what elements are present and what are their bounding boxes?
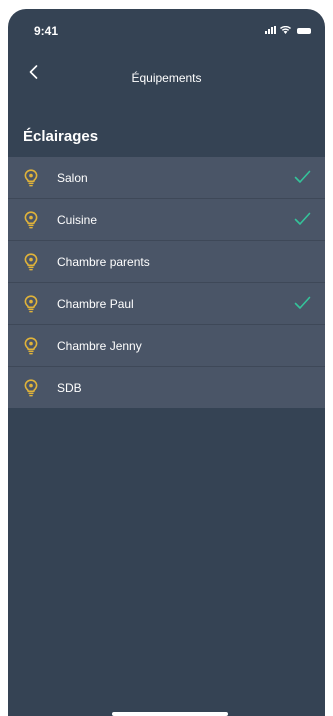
page-title: Équipements <box>131 71 202 85</box>
list-item-sdb[interactable]: SDB <box>8 367 325 408</box>
battery-icon <box>297 28 311 34</box>
bulb-icon <box>24 211 38 229</box>
wifi-icon <box>280 26 291 34</box>
home-indicator[interactable] <box>112 712 228 716</box>
bulb-icon <box>24 337 38 355</box>
item-label: Chambre Paul <box>57 297 134 311</box>
phone-screen: 9:41 Équipements Éclairages Salon Cuisin… <box>8 9 325 716</box>
item-label: Cuisine <box>57 213 98 227</box>
bulb-icon <box>24 379 38 397</box>
bulb-icon <box>24 169 38 187</box>
list-item-chambre-jenny[interactable]: Chambre Jenny <box>8 325 325 367</box>
section-title: Éclairages <box>23 128 99 145</box>
list-item-cuisine[interactable]: Cuisine <box>8 199 325 241</box>
status-bar: 9:41 <box>8 9 325 45</box>
list-item-chambre-paul[interactable]: Chambre Paul <box>8 283 325 325</box>
list-item-chambre-parents[interactable]: Chambre parents <box>8 241 325 283</box>
status-icons <box>265 26 311 34</box>
item-label: Chambre parents <box>57 255 150 269</box>
check-icon <box>294 212 311 225</box>
bulb-icon <box>24 253 38 271</box>
lighting-list: Salon Cuisine Chambre parents Chambre Pa… <box>8 157 325 408</box>
item-label: Salon <box>57 171 88 185</box>
list-item-salon[interactable]: Salon <box>8 157 325 199</box>
bulb-icon <box>24 295 38 313</box>
check-icon <box>294 170 311 183</box>
status-time: 9:41 <box>34 24 59 38</box>
signal-icon <box>265 26 276 34</box>
item-label: SDB <box>57 381 82 395</box>
check-icon <box>294 296 311 309</box>
nav-bar: Équipements <box>8 53 325 93</box>
item-label: Chambre Jenny <box>57 339 142 353</box>
